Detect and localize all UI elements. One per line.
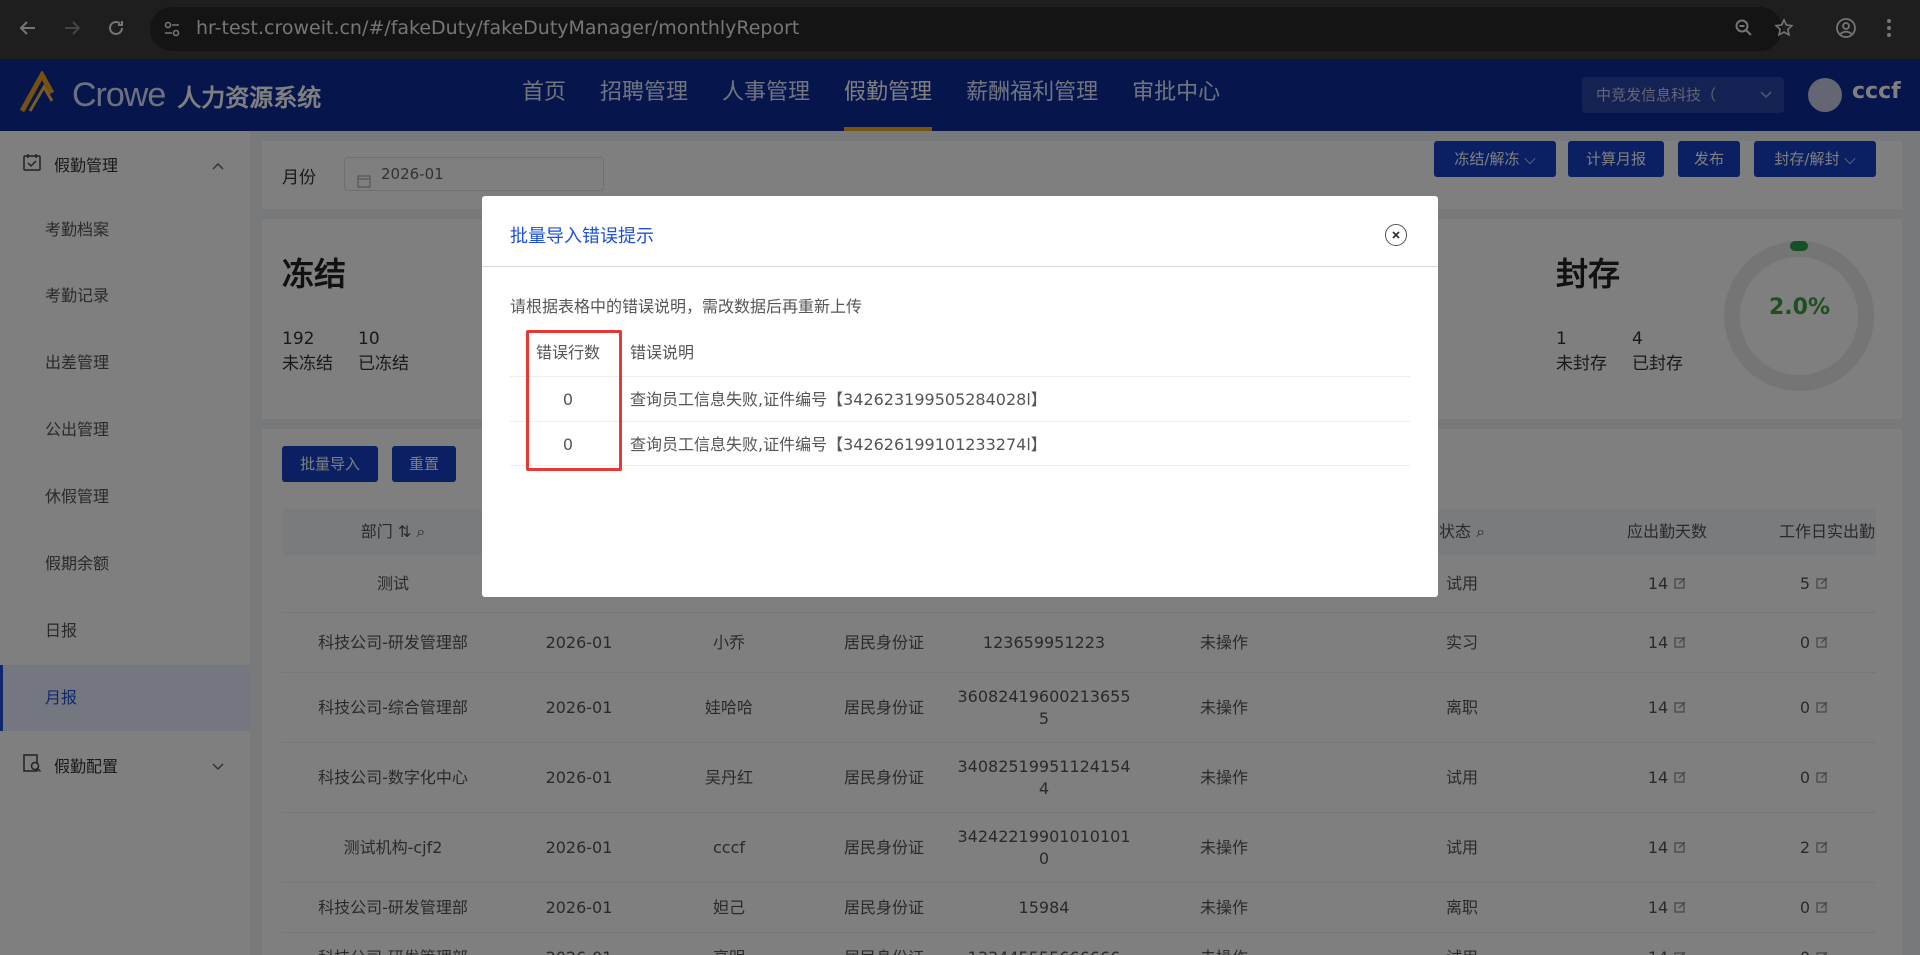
error-row: 0 查询员工信息失败,证件编号【342623199505284028l】 [510,376,1410,421]
dialog-hint: 请根据表格中的错误说明，需改数据后再重新上传 [510,297,863,316]
error-row-highlight-box [526,330,622,471]
dialog-title: 批量导入错误提示 [510,226,654,247]
error-row: 0 查询员工信息失败,证件编号【342626199101233274l】 [510,421,1410,466]
col-error-desc: 错误说明 [630,343,695,362]
close-icon[interactable] [1385,224,1407,246]
error-description: 查询员工信息失败,证件编号【342626199101233274l】 [630,435,1047,454]
import-error-dialog: 批量导入错误提示 请根据表格中的错误说明，需改数据后再重新上传 错误行数 错误说… [482,196,1438,597]
error-description: 查询员工信息失败,证件编号【342623199505284028l】 [630,390,1047,409]
dialog-divider [482,266,1438,267]
